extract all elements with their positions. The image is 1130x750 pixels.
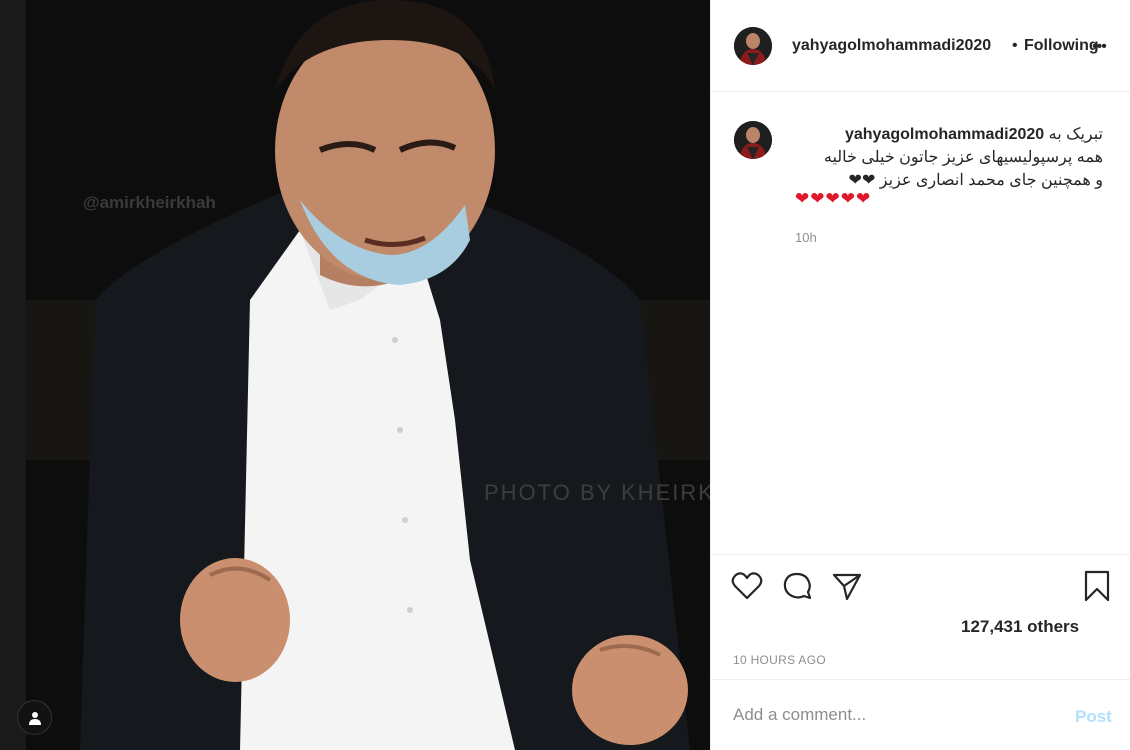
caption-line-2: همه پرسپولیسیهای عزیز جاتون خیلی خالیه: [823, 149, 1103, 166]
watermark-top: @amirkheirkhah: [83, 193, 216, 212]
caption-line-1-text: تبریک به: [1048, 126, 1103, 143]
post-actions: 127,431 others 10 HOURS AGO: [711, 554, 1130, 679]
like-icon[interactable]: [731, 570, 763, 602]
post-image[interactable]: @amirkheirkhah PHOTO BY KHEIRKHAH: [0, 0, 710, 750]
likes-count[interactable]: 127,431 others: [961, 617, 1079, 637]
heart-emojis: ❤❤❤❤❤: [795, 189, 872, 208]
separator-dot: •: [1012, 37, 1018, 54]
user-icon: [28, 711, 41, 725]
post-timestamp[interactable]: 10 HOURS AGO: [733, 653, 826, 667]
tagged-users-button[interactable]: [17, 700, 52, 735]
watermark-mid: PHOTO BY KHEIRKHAH: [484, 480, 710, 505]
avatar[interactable]: [734, 27, 772, 65]
profile-picture: [734, 121, 772, 159]
caption-line-1: تبریک به yahyagolmohammadi2020: [791, 123, 1103, 146]
following-button[interactable]: Following: [1024, 37, 1099, 55]
caption-username-link[interactable]: yahyagolmohammadi2020: [845, 126, 1044, 143]
post-comment-button[interactable]: Post: [1075, 707, 1112, 727]
bookmark-icon[interactable]: [1081, 570, 1113, 602]
profile-picture: [734, 27, 772, 65]
post-photo: @amirkheirkhah PHOTO BY KHEIRKHAH: [0, 0, 710, 750]
post-side-panel: yahyagolmohammadi2020 • Following ••• تب…: [710, 0, 1130, 750]
caption-avatar[interactable]: [734, 121, 772, 159]
comment-form: Post: [711, 679, 1130, 750]
post-caption: تبریک به yahyagolmohammadi2020 همه پرسپو…: [711, 93, 1130, 553]
username-link[interactable]: yahyagolmohammadi2020: [792, 37, 991, 55]
caption-timestamp[interactable]: 10h: [795, 230, 817, 245]
comment-icon[interactable]: [781, 570, 813, 602]
post-header: yahyagolmohammadi2020 • Following •••: [711, 0, 1130, 92]
share-icon[interactable]: [831, 570, 863, 602]
more-options-icon[interactable]: •••: [1092, 38, 1107, 56]
caption-text: تبریک به yahyagolmohammadi2020 همه پرسپو…: [791, 123, 1103, 192]
comment-input[interactable]: [731, 704, 1035, 726]
